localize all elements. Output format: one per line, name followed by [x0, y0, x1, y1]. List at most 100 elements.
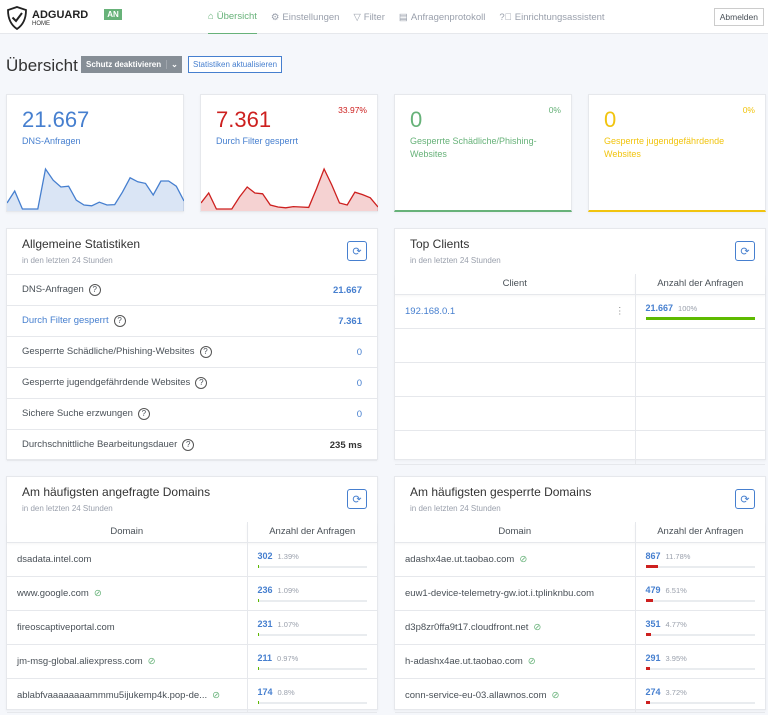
- help-icon[interactable]: ?: [88, 284, 101, 296]
- table-row: adashx4ae.ut.taobao.com ⊘ 867 11.78%: [395, 542, 765, 577]
- tracker-hidden-eye-icon[interactable]: ⊘: [533, 622, 541, 633]
- nav-label: Einstellungen: [282, 11, 340, 23]
- help-icon[interactable]: ?: [199, 346, 212, 358]
- stat-row-label: Gesperrte jugendgefährdende Websites: [22, 377, 191, 388]
- client-link[interactable]: 192.168.0.1: [405, 306, 455, 317]
- domain-name: d3p8zr0ffa9t17.cloudfront.net: [405, 621, 529, 633]
- help-icon[interactable]: ?: [113, 315, 126, 327]
- nav-label: Einrichtungsassistent: [514, 11, 605, 23]
- stat-value: 0: [410, 107, 423, 132]
- refresh-statistics-button[interactable]: Statistiken aktualisieren: [188, 56, 283, 73]
- progress-bar: [257, 633, 367, 636]
- request-count: 211: [257, 652, 273, 663]
- table-row: conn-service-eu-03.allawnos.com ⊘ 274 3.72%: [395, 678, 765, 713]
- column-header: Client: [395, 274, 635, 295]
- nav-2[interactable]: ▽ Filter: [353, 0, 384, 34]
- nav-3[interactable]: ▤ Anfragenprotokoll: [399, 0, 485, 34]
- tracker-hidden-eye-icon[interactable]: ⊘: [148, 656, 156, 667]
- domain-name: jm-msg-global.aliexpress.com: [17, 655, 143, 667]
- column-header: Anzahl der Anfragen: [634, 522, 765, 543]
- request-count: 479: [645, 584, 661, 595]
- table-row: d3p8zr0ffa9t17.cloudfront.net ⊘ 351 4.77%: [395, 610, 765, 645]
- domain-name: dsadata.intel.com: [17, 553, 92, 565]
- adguard-logo[interactable]: ADGUARD HOME AN: [6, 6, 122, 30]
- stat-row-label: Gesperrte Schädliche/Phishing-Websites: [22, 346, 195, 357]
- request-count: 231: [257, 618, 273, 629]
- tracker-hidden-eye-icon[interactable]: ⊘: [519, 554, 527, 565]
- panel-subtitle: in den letzten 24 Stunden: [410, 256, 501, 265]
- request-percent: 100%: [678, 303, 698, 313]
- nav-label: Übersicht: [216, 11, 257, 22]
- stat-card: 7.361 Durch Filter gesperrt 33.97%: [200, 94, 378, 212]
- stat-row-label: DNS-Anfragen: [22, 284, 84, 295]
- domain-name: h-adashx4ae.ut.taobao.com: [405, 655, 523, 667]
- help-icon[interactable]: ?: [195, 377, 208, 389]
- stat-percent: 0%: [742, 105, 755, 115]
- nav-label: Filter: [363, 11, 385, 23]
- progress-bar: [257, 565, 367, 568]
- progress-bar: [645, 701, 755, 704]
- top-blocked-domains-panel: Am häufigsten gesperrte Domains in den le…: [394, 476, 766, 713]
- stat-label: Gesperrte jugendgefährdende Websites: [604, 136, 725, 159]
- logout-button[interactable]: Abmelden: [713, 8, 764, 26]
- sparkline-chart: [7, 167, 184, 211]
- request-percent: 1.07%: [277, 619, 299, 629]
- general-statistics-panel: Allgemeine Statistiken in den letzten 24 …: [6, 228, 378, 461]
- disable-protection-button[interactable]: Schutz deaktivieren ⌄: [81, 56, 182, 73]
- tracker-hidden-eye-icon[interactable]: ⊘: [528, 656, 536, 667]
- stat-label: Gesperrte Schädliche/Phishing-Websites: [410, 136, 537, 159]
- progress-bar: [645, 667, 755, 670]
- stat-row: Gesperrte jugendgefährdende Websites? 0: [7, 368, 377, 399]
- clients-table: Client Anzahl der Anfragen 192.168.0.1 ⋮ 21.…: [395, 274, 765, 465]
- help-icon[interactable]: ?: [182, 439, 195, 451]
- nav-0[interactable]: ⌂ Übersicht: [208, 0, 257, 34]
- domain-name: euw1-device-telemetry-gw.iot.i.tplinknbu…: [405, 587, 595, 599]
- progress-bar: [645, 317, 755, 320]
- tracker-hidden-eye-icon[interactable]: ⊘: [94, 588, 102, 599]
- stat-card: 0 Gesperrte Schädliche/Phishing-Websites…: [394, 94, 572, 212]
- tracker-hidden-eye-icon[interactable]: ⊘: [212, 690, 220, 701]
- refresh-icon[interactable]: ⟳: [347, 241, 367, 261]
- refresh-icon[interactable]: ⟳: [347, 489, 367, 509]
- table-row: www.google.com ⊘ 236 1.09%: [7, 576, 377, 611]
- blocked-domains-table: Domain Anzahl der Anfragen adashx4ae.ut.ta…: [395, 522, 765, 713]
- stat-row: Sichere Suche erzwungen? 0: [7, 399, 377, 430]
- progress-bar: [645, 565, 755, 568]
- stat-row: Gesperrte Schädliche/Phishing-Websites? 0: [7, 337, 377, 368]
- refresh-icon[interactable]: ⟳: [735, 489, 755, 509]
- protection-status-badge: AN: [104, 8, 122, 20]
- column-header: Domain: [395, 522, 635, 543]
- stat-row: DNS-Anfragen? 21.667: [7, 275, 377, 306]
- stat-percent: 0%: [548, 105, 561, 115]
- progress-bar: [645, 599, 755, 602]
- request-percent: 4.77%: [665, 619, 687, 629]
- tracker-hidden-eye-icon[interactable]: ⊘: [552, 690, 560, 701]
- progress-bar: [257, 667, 367, 670]
- table-row: 192.168.0.1 ⋮ 21.667 100%: [395, 294, 765, 329]
- stat-row: Durch Filter gesperrt? 7.361: [7, 306, 377, 337]
- table-row: h-adashx4ae.ut.taobao.com ⊘ 291 3.95%: [395, 644, 765, 679]
- main-nav: ⌂ Übersicht ⚙ Einstellungen ▽ Filter ▤ Anfragen…: [208, 0, 605, 34]
- stat-value: 0: [604, 107, 617, 132]
- request-percent: 3.95%: [665, 653, 687, 663]
- request-count: 302: [257, 550, 273, 561]
- refresh-icon[interactable]: ⟳: [735, 241, 755, 261]
- panel-title: Top Clients: [410, 237, 470, 251]
- top-header: ADGUARD HOME AN ⌂ Übersicht ⚙ Einstellungen ▽…: [0, 0, 768, 34]
- stat-percent: 33.97%: [338, 105, 367, 115]
- nav-1[interactable]: ⚙ Einstellungen: [271, 0, 340, 34]
- table-row: fireoscaptiveportal.com 231 1.07%: [7, 610, 377, 645]
- stat-row-value: 7.361: [338, 315, 362, 327]
- column-header: Anzahl der Anfragen: [634, 274, 765, 295]
- stat-row-value: 21.667: [332, 284, 362, 296]
- chevron-down-icon[interactable]: ⌄: [166, 60, 182, 69]
- page-title: Übersicht: [6, 56, 78, 75]
- panel-subtitle: in den letzten 24 Stunden: [410, 504, 501, 513]
- nav-4[interactable]: ?⃝ Einrichtungsassistent: [499, 0, 604, 34]
- more-options-icon[interactable]: ⋮: [615, 306, 625, 317]
- help-icon[interactable]: ?: [137, 408, 150, 420]
- domain-name: conn-service-eu-03.allawnos.com: [405, 689, 547, 701]
- stat-row-label: Durchschnittliche Bearbeitungsdauer: [22, 439, 178, 450]
- stat-row-value: 0: [356, 408, 362, 420]
- home-icon: ⌂: [208, 11, 214, 22]
